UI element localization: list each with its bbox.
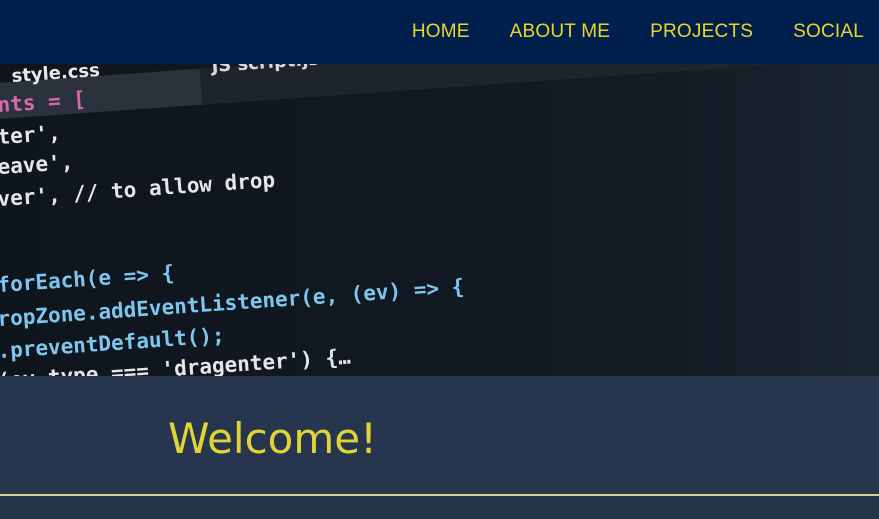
nav-home-link[interactable]: HOME <box>412 21 470 43</box>
next-section <box>0 496 879 519</box>
nav-social-link[interactable]: SOCIAL <box>793 21 864 43</box>
code-line-2: ter', <box>0 121 61 149</box>
top-navigation: HOME ABOUT ME PROJECTS SOCIAL <box>0 0 879 64</box>
welcome-heading: Welcome! <box>168 414 377 463</box>
hero-code-image: style.css JS script.js nts = [ ter', eav… <box>0 64 879 376</box>
code-editor-image: style.css JS script.js nts = [ ter', eav… <box>0 64 879 376</box>
nav-projects-link[interactable]: PROJECTS <box>650 21 753 43</box>
nav-about-link[interactable]: ABOUT ME <box>510 21 611 43</box>
welcome-section: Welcome! <box>0 376 879 495</box>
